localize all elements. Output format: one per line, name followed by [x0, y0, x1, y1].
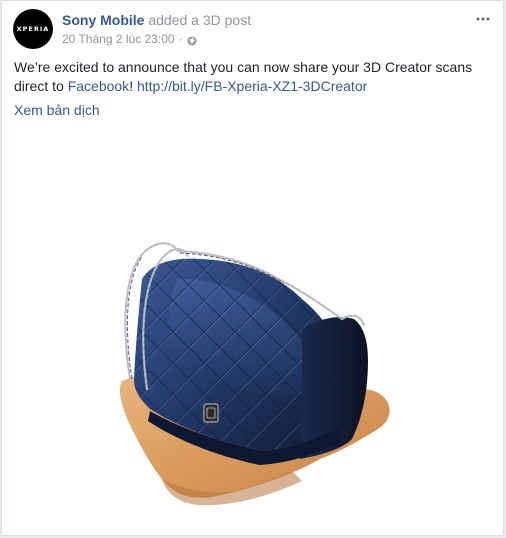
see-translation-link[interactable]: Xem bản dịch [14, 101, 100, 119]
post-body-text: We’re excited to announce that you can n… [14, 58, 492, 96]
more-options-icon [476, 8, 490, 26]
post-text-part2: ! [129, 78, 137, 94]
3d-model-viewer[interactable] [2, 129, 503, 535]
handbag-3d-model-image [119, 242, 390, 506]
avatar-logo-text: XPERIA [16, 25, 50, 33]
post-header: Sony Mobile added a 3D post [62, 11, 251, 29]
meta-separator: · [178, 32, 183, 46]
facebook-link[interactable]: Facebook [68, 78, 129, 94]
author-name-link[interactable]: Sony Mobile [62, 12, 144, 28]
post-timestamp-link[interactable]: 20 Tháng 2 lúc 23:00 [62, 31, 175, 47]
post-meta: 20 Tháng 2 lúc 23:00 · [62, 31, 197, 47]
avatar[interactable]: XPERIA [13, 9, 53, 49]
post-card: XPERIA Sony Mobile added a 3D post 20 Th… [1, 0, 504, 536]
post-action-text: added a 3D post [148, 12, 252, 28]
external-url-link[interactable]: http://bit.ly/FB-Xperia-XZ1-3DCreator [137, 78, 367, 94]
more-options-button[interactable] [473, 9, 493, 25]
globe-icon[interactable] [187, 34, 197, 46]
